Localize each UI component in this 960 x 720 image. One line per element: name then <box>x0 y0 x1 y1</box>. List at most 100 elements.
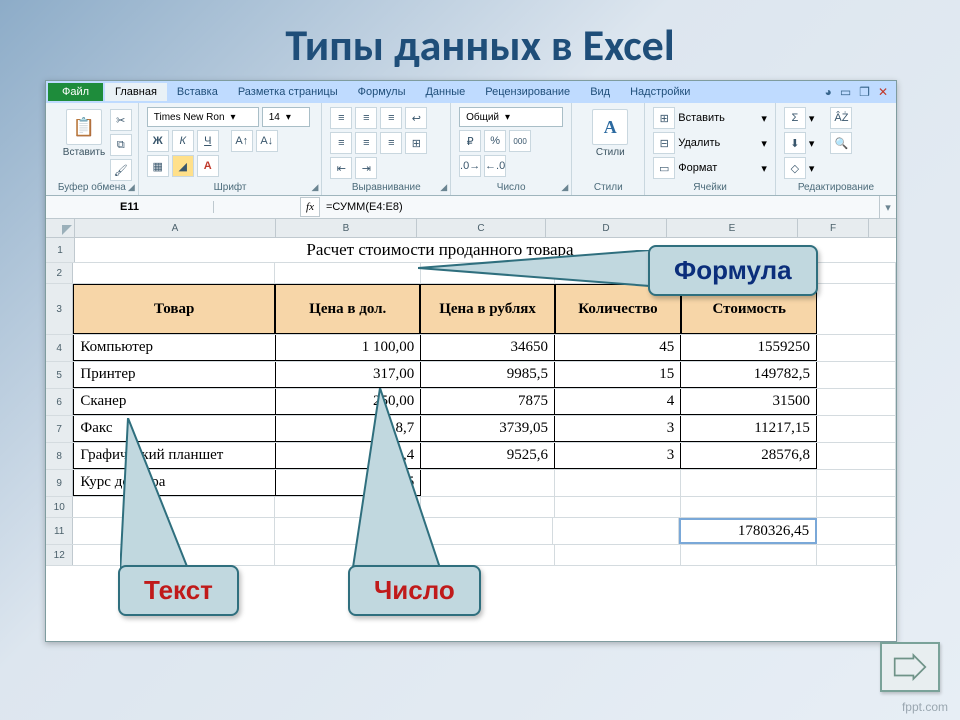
shrink-font-button[interactable]: A↓ <box>256 130 278 152</box>
styles-icon: A <box>592 109 628 145</box>
find-select-button[interactable]: 🔍 <box>830 132 852 154</box>
cut-button[interactable]: ✂ <box>110 109 132 131</box>
table-row[interactable]: 34650 <box>421 335 555 361</box>
insert-cells-button[interactable]: ⊞Вставить▾ <box>653 107 767 129</box>
number-dialog-icon[interactable]: ◢ <box>561 182 568 193</box>
alignment-dialog-icon[interactable]: ◢ <box>440 182 447 193</box>
clear-button[interactable]: ◇ <box>784 157 806 179</box>
align-bottom-button[interactable]: ≡ <box>380 107 402 129</box>
name-box[interactable]: E11 <box>46 201 214 213</box>
expand-formula-bar[interactable]: ▾ <box>879 196 896 218</box>
align-middle-button[interactable]: ≡ <box>355 107 377 129</box>
delete-cells-icon: ⊟ <box>653 132 675 154</box>
delete-cells-button[interactable]: ⊟Удалить▾ <box>653 132 767 154</box>
group-clipboard: 📋 Вставить ✂ ⧉ 🖌 Буфер обмена ◢ <box>46 103 139 195</box>
select-all-corner[interactable] <box>46 219 75 237</box>
decrease-indent-button[interactable]: ⇤ <box>330 157 352 179</box>
help-icon[interactable]: ◕ <box>825 85 832 99</box>
col-C[interactable]: C <box>417 219 546 237</box>
table-row[interactable]: 15 <box>555 362 681 388</box>
tab-view[interactable]: Вид <box>580 83 620 101</box>
sort-filter-button[interactable]: ÂŻ <box>830 107 852 129</box>
row-header-2[interactable]: 2 <box>46 263 73 283</box>
paste-button[interactable]: 📋 Вставить <box>58 109 110 158</box>
align-right-button[interactable]: ≡ <box>380 132 402 154</box>
table-row[interactable]: Сканер <box>73 389 276 415</box>
table-row[interactable]: 9985,5 <box>421 362 555 388</box>
font-color-button[interactable]: A <box>197 155 219 177</box>
grow-font-button[interactable]: A↑ <box>231 130 253 152</box>
format-painter-button[interactable]: 🖌 <box>110 159 132 181</box>
table-row[interactable]: 11217,15 <box>681 416 817 442</box>
styles-button[interactable]: A Стили <box>584 109 636 158</box>
increase-indent-button[interactable]: ⇥ <box>355 157 377 179</box>
increase-decimal-button[interactable]: .0→ <box>459 155 481 177</box>
table-row[interactable]: 28576,8 <box>681 443 817 469</box>
table-row[interactable]: Принтер <box>73 362 276 388</box>
font-dialog-icon[interactable]: ◢ <box>311 182 318 193</box>
table-row[interactable]: 1 100,00 <box>276 335 421 361</box>
col-B[interactable]: B <box>276 219 417 237</box>
table-row[interactable]: 1559250 <box>681 335 817 361</box>
align-center-button[interactable]: ≡ <box>355 132 377 154</box>
table-row[interactable]: 317,00 <box>276 362 421 388</box>
table-row[interactable]: 3 <box>555 443 681 469</box>
table-row[interactable]: 149782,5 <box>681 362 817 388</box>
formula-input[interactable]: =СУММ(E4:E8) <box>326 201 403 213</box>
format-cells-icon: ▭ <box>653 157 675 179</box>
total-cell[interactable]: 1780326,45 <box>679 518 817 544</box>
hdr-price-usd[interactable]: Цена в дол. <box>275 284 420 334</box>
table-row[interactable]: 4 <box>555 389 681 415</box>
decrease-decimal-button[interactable]: ←.0 <box>484 155 506 177</box>
group-styles: A Стили Стили <box>572 103 645 195</box>
row-header-1[interactable]: 1 <box>46 238 75 262</box>
clipboard-dialog-icon[interactable]: ◢ <box>128 182 135 193</box>
hdr-price-rub[interactable]: Цена в рублях <box>420 284 554 334</box>
percent-button[interactable]: % <box>484 130 506 152</box>
align-top-button[interactable]: ≡ <box>330 107 352 129</box>
currency-button[interactable]: ₽ <box>459 130 481 152</box>
italic-button[interactable]: К <box>172 130 194 152</box>
close-window-icon[interactable]: ✕ <box>878 85 888 99</box>
format-cells-button[interactable]: ▭Формат▾ <box>653 157 767 179</box>
underline-button[interactable]: Ч <box>197 130 219 152</box>
tab-addins[interactable]: Надстройки <box>620 83 700 101</box>
align-left-button[interactable]: ≡ <box>330 132 352 154</box>
table-row[interactable]: 3 <box>555 416 681 442</box>
file-tab[interactable]: Файл <box>48 83 103 101</box>
table-row[interactable]: 31500 <box>681 389 817 415</box>
col-E[interactable]: E <box>667 219 798 237</box>
group-editing-label: Редактирование <box>776 182 896 193</box>
tab-formulas[interactable]: Формулы <box>348 83 416 101</box>
bold-button[interactable]: Ж <box>147 130 169 152</box>
restore-window-icon[interactable]: ❐ <box>859 85 870 99</box>
tab-insert[interactable]: Вставка <box>167 83 228 101</box>
table-row[interactable]: 45 <box>555 335 681 361</box>
row-header-3[interactable]: 3 <box>46 284 73 334</box>
fx-button[interactable]: fx <box>300 197 320 217</box>
autosum-button[interactable]: Σ <box>784 107 806 129</box>
font-name-select[interactable]: Times New Ron▾ <box>147 107 259 127</box>
merge-button[interactable]: ⊞ <box>405 132 427 154</box>
col-D[interactable]: D <box>546 219 667 237</box>
number-format-select[interactable]: Общий▾ <box>459 107 563 127</box>
fill-button[interactable]: ⬇ <box>784 132 806 154</box>
tab-page-layout[interactable]: Разметка страницы <box>228 83 348 101</box>
wrap-text-button[interactable]: ↩ <box>405 107 427 129</box>
col-A[interactable]: A <box>75 219 276 237</box>
next-slide-button[interactable] <box>880 642 940 692</box>
fill-color-button[interactable]: ◢ <box>172 155 194 177</box>
comma-style-button[interactable]: 000 <box>509 130 531 152</box>
copy-button[interactable]: ⧉ <box>110 134 132 156</box>
callout-number-pointer <box>352 388 472 578</box>
font-size-select[interactable]: 14▾ <box>262 107 310 127</box>
tab-review[interactable]: Рецензирование <box>475 83 580 101</box>
col-F[interactable]: F <box>798 219 869 237</box>
minimize-ribbon-icon[interactable]: ▭ <box>840 85 851 99</box>
table-row[interactable]: Компьютер <box>73 335 276 361</box>
tab-data[interactable]: Данные <box>415 83 475 101</box>
styles-label: Стили <box>596 147 625 158</box>
tab-home[interactable]: Главная <box>105 83 167 101</box>
borders-button[interactable]: ▦ <box>147 155 169 177</box>
hdr-product[interactable]: Товар <box>73 284 275 334</box>
